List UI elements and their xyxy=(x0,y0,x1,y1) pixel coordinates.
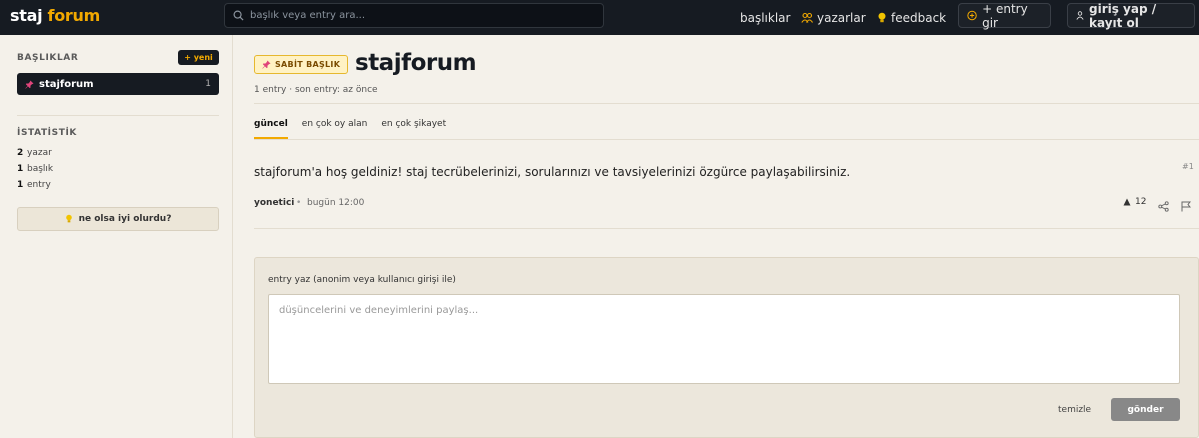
composer-label: entry yaz (anonim veya kullanıcı girişi … xyxy=(268,275,456,285)
stat-value: 1 xyxy=(17,164,24,174)
entry-divider xyxy=(254,228,1199,229)
sidebar-topic-count: 1 xyxy=(205,79,211,89)
stat-label: yazar xyxy=(27,148,52,158)
entry-date: bugün 12:00 xyxy=(307,198,365,208)
upvote-icon xyxy=(1123,198,1131,206)
pinned-badge-label: SABİT BAŞLIK xyxy=(275,60,341,69)
users-icon xyxy=(801,12,813,23)
tab-current[interactable]: güncel xyxy=(254,119,288,139)
topics-heading: BAŞLIKLAR xyxy=(17,53,79,63)
title-divider xyxy=(254,103,1199,104)
upvote-button[interactable]: 12 xyxy=(1123,197,1146,207)
search-box[interactable] xyxy=(224,3,604,28)
stat-row-topics: 1 başlık xyxy=(17,164,53,174)
pin-icon xyxy=(262,60,271,69)
new-topic-button[interactable]: + yeni xyxy=(178,50,219,65)
new-entry-button[interactable]: + entry gir xyxy=(958,1,1051,30)
report-button[interactable] xyxy=(1181,197,1192,216)
stat-row-authors: 2 yazar xyxy=(17,148,52,158)
site-logo[interactable]: staj forum xyxy=(10,6,100,25)
entry-text: stajforum'a hoş geldiniz! staj tecrübele… xyxy=(254,165,851,179)
nav-feedback-label: feedback xyxy=(891,10,947,25)
stat-value: 2 xyxy=(17,148,24,158)
nav-topics-label: başlıklar xyxy=(740,10,791,25)
tab-most-voted[interactable]: en çok oy alan xyxy=(302,119,368,139)
search-input[interactable] xyxy=(250,10,590,21)
suggestion-button[interactable]: ne olsa iyi olurdu? xyxy=(17,207,219,231)
nav-feedback[interactable]: feedback xyxy=(877,0,946,35)
plus-circle-icon xyxy=(967,10,977,21)
suggestion-label: ne olsa iyi olurdu? xyxy=(78,214,172,224)
nav-authors[interactable]: yazarlar xyxy=(801,0,866,35)
clear-button[interactable]: temizle xyxy=(1058,405,1091,415)
entry-textarea[interactable] xyxy=(268,294,1180,384)
stats-heading: İSTATİSTİK xyxy=(17,128,77,138)
user-icon xyxy=(1076,11,1084,20)
search-icon xyxy=(233,10,244,21)
sidebar-topic-label: stajforum xyxy=(39,78,94,90)
sort-tabs: güncel en çok oy alan en çok şikayet xyxy=(254,119,446,139)
pin-icon xyxy=(25,79,34,89)
sidebar-topic-item[interactable]: stajforum 1 xyxy=(17,73,219,95)
entry-composer: entry yaz (anonim veya kullanıcı girişi … xyxy=(254,257,1199,438)
top-navbar: staj forum başlıklar yazarlar feedb xyxy=(0,0,1199,35)
stat-value: 1 xyxy=(17,180,24,190)
vote-count: 12 xyxy=(1135,197,1147,207)
lightbulb-icon xyxy=(878,12,886,22)
tab-most-reported[interactable]: en çok şikayet xyxy=(381,119,446,139)
logo-primary: staj xyxy=(10,6,43,25)
stat-label: başlık xyxy=(27,164,54,174)
main-content: SABİT BAŞLIK stajforum 1 entry · son ent… xyxy=(234,35,1199,438)
sidebar-divider xyxy=(17,115,219,116)
share-icon xyxy=(1158,201,1169,212)
send-button[interactable]: gönder xyxy=(1111,398,1180,421)
stat-label: entry xyxy=(27,180,51,190)
entry-author-link[interactable]: yonetici xyxy=(254,198,294,208)
tabs-divider xyxy=(254,139,1199,140)
sidebar: BAŞLIKLAR + yeni stajforum 1 İSTATİSTİK … xyxy=(0,35,233,438)
login-label: giriş yap / kayıt ol xyxy=(1089,1,1157,30)
logo-accent: forum xyxy=(47,6,101,25)
nav-authors-label: yazarlar xyxy=(817,10,866,25)
share-button[interactable] xyxy=(1158,197,1169,216)
flag-icon xyxy=(1181,201,1192,212)
topic-title: stajforum xyxy=(355,50,477,76)
pinned-topic-badge: SABİT BAŞLIK xyxy=(254,55,349,74)
login-button[interactable]: giriş yap / kayıt ol xyxy=(1067,1,1195,30)
meta-separator: • xyxy=(296,198,302,208)
new-entry-label: + entry gir xyxy=(982,1,1028,30)
topic-meta: 1 entry · son entry: az önce xyxy=(254,85,378,95)
entry-number[interactable]: #1 xyxy=(1182,162,1194,171)
nav-topics[interactable]: başlıklar xyxy=(740,0,790,35)
stat-row-entries: 1 entry xyxy=(17,180,51,190)
lightbulb-icon xyxy=(65,214,72,223)
